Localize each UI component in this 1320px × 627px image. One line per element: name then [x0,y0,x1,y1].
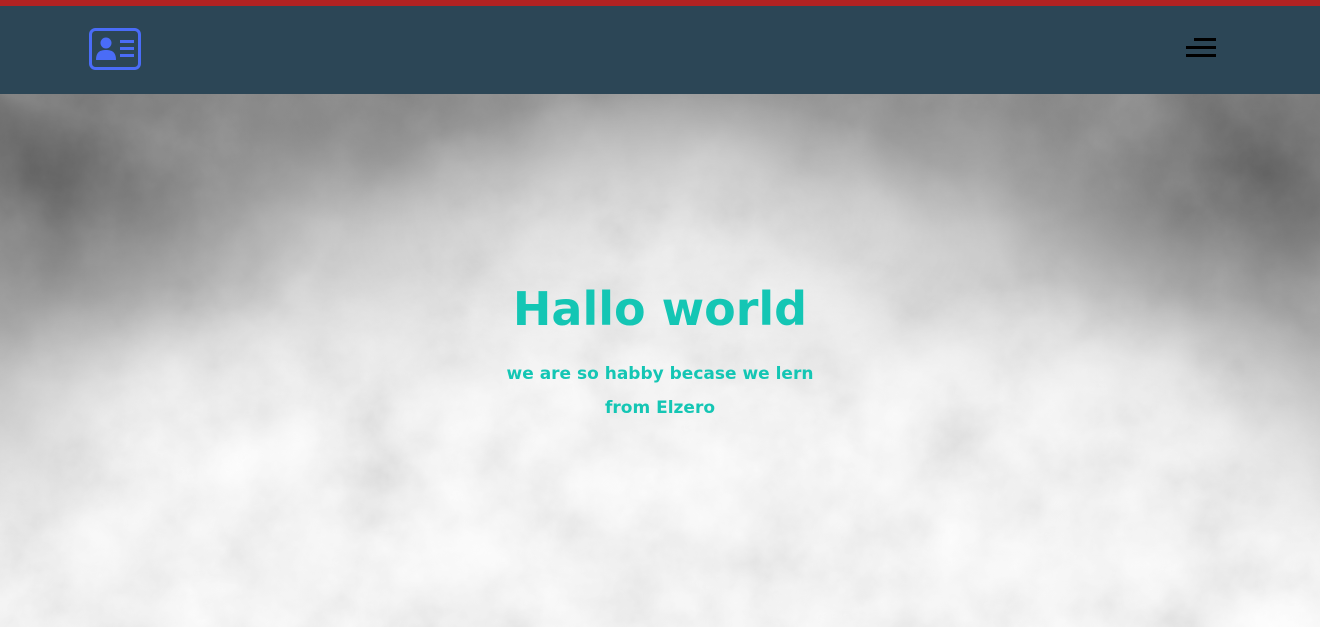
hamburger-menu-icon [1194,38,1216,41]
hero-content: Hallo world we are so habby becase we le… [0,279,1320,425]
hero-title: Hallo world [512,282,808,336]
menu-toggle-button[interactable] [1182,36,1218,60]
hero-section: Hallo world we are so habby becase we le… [0,94,1320,627]
hero-subtitle: we are so habby becase we lern from Elze… [506,364,814,418]
hamburger-menu-line [1186,46,1216,49]
logo-link[interactable] [89,28,141,70]
site-header [0,6,1320,94]
contact-card-icon [89,28,141,70]
hamburger-menu-line [1186,54,1216,57]
